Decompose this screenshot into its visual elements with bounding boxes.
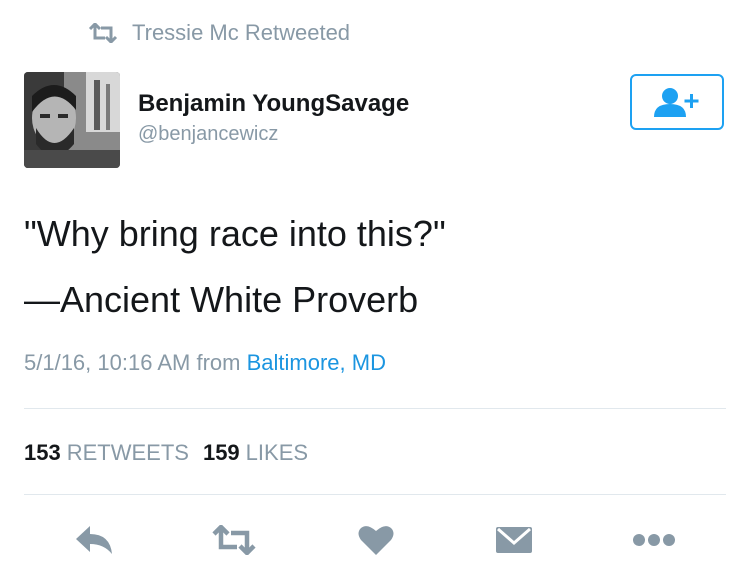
tweet-stats: 153 RETWEETS 159 LIKES xyxy=(24,440,308,466)
follow-user-plus-icon xyxy=(654,88,699,117)
divider xyxy=(24,408,726,409)
more-button[interactable] xyxy=(632,520,676,560)
avatar[interactable] xyxy=(24,72,120,168)
tweet-line-attribution: —Ancient White Proverb xyxy=(24,279,419,320)
direct-message-icon xyxy=(496,527,532,553)
reply-button[interactable] xyxy=(72,520,116,560)
direct-message-button[interactable] xyxy=(492,520,536,560)
location-link[interactable]: Baltimore, MD xyxy=(247,350,386,375)
tweet-text: "Why bring race into this?" —Ancient Whi… xyxy=(24,212,446,322)
retweets-stat[interactable]: 153 RETWEETS xyxy=(24,440,189,466)
timestamp[interactable]: 5/1/16, 10:16 AM xyxy=(24,350,190,375)
from-label: from xyxy=(196,350,241,375)
retweet-context-text: Tressie Mc Retweeted xyxy=(132,20,351,45)
like-button[interactable] xyxy=(354,520,398,560)
author-display-name[interactable]: Benjamin YoungSavage xyxy=(138,90,409,118)
retweets-count: 153 xyxy=(24,440,61,465)
author-handle[interactable]: @benjancewicz xyxy=(138,120,409,148)
retweet-icon xyxy=(88,23,118,43)
retweet-context: Tressie Mc Retweeted xyxy=(88,20,350,46)
more-icon xyxy=(633,534,675,546)
likes-stat[interactable]: 159 LIKES xyxy=(203,440,308,466)
retweet-button[interactable] xyxy=(212,520,256,560)
follow-button[interactable] xyxy=(630,74,724,130)
likes-label: LIKES xyxy=(245,440,309,465)
likes-count: 159 xyxy=(202,440,240,465)
retweets-label: RETWEETS xyxy=(66,440,189,465)
reply-icon xyxy=(76,526,112,554)
retweet-icon xyxy=(212,525,256,555)
tweet-line-quote: "Why bring race into this?" xyxy=(24,213,446,254)
author-names: Benjamin YoungSavage @benjancewicz xyxy=(138,90,409,148)
like-heart-icon xyxy=(358,526,394,555)
tweet-meta: 5/1/16, 10:16 AM from Baltimore, MD xyxy=(24,350,386,376)
divider xyxy=(24,494,726,495)
action-bar xyxy=(0,510,750,570)
